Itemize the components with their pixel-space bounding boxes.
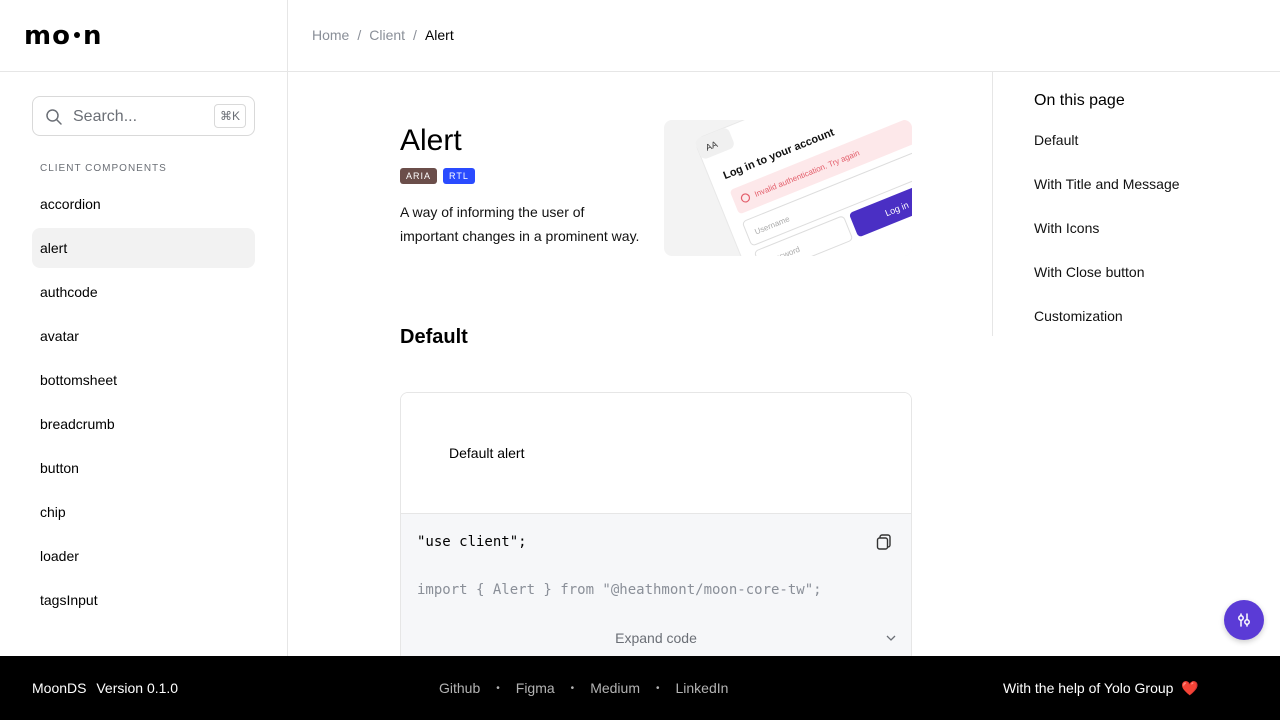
- search-input[interactable]: Search... ⌘K: [32, 96, 255, 136]
- footer-separator: •: [496, 682, 500, 694]
- component-preview-image: AA Log in to your account Invalid authen…: [664, 120, 912, 256]
- toc-item-title-message[interactable]: With Title and Message: [1034, 176, 1180, 192]
- sidebar-item-bottomsheet[interactable]: bottomsheet: [32, 360, 255, 400]
- sidebar-item-avatar[interactable]: avatar: [32, 316, 255, 356]
- search-placeholder: Search...: [73, 108, 138, 125]
- footer-credit: With the help of Yolo Group ❤️: [1003, 680, 1199, 697]
- footer-link-medium[interactable]: Medium: [590, 680, 640, 696]
- sidebar-item-breadcrumb[interactable]: breadcrumb: [32, 404, 255, 444]
- sidebar-item-tagsinput[interactable]: tagsInput: [32, 580, 255, 620]
- code-block: "use client"; import { Alert } from "@he…: [401, 514, 911, 656]
- footer-version-label: Version: [96, 680, 144, 696]
- sidebar-heading: CLIENT COMPONENTS: [40, 163, 167, 174]
- expand-code-button[interactable]: Expand code: [401, 630, 911, 646]
- rtl-badge: RTL: [443, 168, 475, 184]
- breadcrumb-current: Alert: [424, 27, 454, 43]
- footer-separator: •: [655, 682, 660, 694]
- demo-preview-area: Default alert: [401, 393, 911, 514]
- logo-area: mo n: [0, 0, 288, 72]
- footer-credit-link[interactable]: Yolo Group: [1104, 680, 1174, 696]
- login-preview-illustration: AA Log in to your account Invalid authen…: [695, 120, 912, 256]
- section-title-default: Default: [400, 326, 468, 348]
- sliders-icon: [1238, 613, 1250, 627]
- footer-brand: MoonDS Version 0.1.0: [32, 680, 178, 696]
- aria-badge: ARIA: [400, 168, 438, 184]
- settings-fab-button[interactable]: [1224, 600, 1264, 640]
- page-title: Alert: [400, 124, 462, 157]
- moon-logo[interactable]: mo n: [24, 21, 102, 51]
- breadcrumb-separator: /: [413, 27, 417, 43]
- sidebar-item-authcode[interactable]: authcode: [32, 272, 255, 312]
- toc-title: On this page: [1034, 92, 1125, 109]
- sidebar: Search... ⌘K CLIENT COMPONENTS accordion…: [0, 72, 288, 656]
- breadcrumb-client[interactable]: Client: [369, 27, 405, 43]
- logo-dot: [73, 32, 80, 38]
- sidebar-item-loader[interactable]: loader: [32, 536, 255, 576]
- top-header: mo n Home / Client / Alert: [0, 0, 1280, 72]
- page-description: A way of informing the user of important…: [400, 204, 640, 244]
- footer-link-linkedin[interactable]: LinkedIn: [676, 680, 729, 696]
- search-shortcut: ⌘K: [213, 104, 246, 128]
- footer-brand-name: MoonDS: [32, 680, 87, 696]
- chevron-down-icon[interactable]: [885, 632, 897, 644]
- default-alert: Default alert: [449, 445, 525, 461]
- footer-version: 0.1.0: [146, 680, 179, 696]
- toc-item-default[interactable]: Default: [1034, 132, 1078, 148]
- sidebar-item-alert[interactable]: alert: [32, 228, 255, 268]
- toc-item-customization[interactable]: Customization: [1034, 308, 1123, 324]
- code-line: import { Alert } from "@heathmont/moon-c…: [417, 582, 822, 598]
- code-line: "use client";: [417, 534, 527, 550]
- footer-links: Github • Figma • Medium • LinkedIn: [439, 680, 728, 696]
- demo-card: Default alert "use client"; import { Ale…: [400, 392, 912, 656]
- main-content: Alert ARIA RTL A way of informing the us…: [288, 72, 992, 656]
- footer-separator: •: [570, 682, 575, 694]
- table-of-contents: On this page Default With Title and Mess…: [992, 72, 1280, 336]
- footer: MoonDS Version 0.1.0 Github • Figma • Me…: [0, 656, 1280, 720]
- search-icon: [46, 109, 62, 125]
- copy-icon[interactable]: [875, 533, 893, 551]
- footer-link-github[interactable]: Github: [439, 680, 480, 696]
- footer-credit-prefix: With the help of: [1003, 680, 1101, 696]
- breadcrumb-home[interactable]: Home: [312, 27, 349, 43]
- breadcrumb-separator: /: [357, 27, 362, 43]
- badge-group: ARIA RTL: [400, 168, 475, 184]
- sidebar-item-chip[interactable]: chip: [32, 492, 255, 532]
- toc-item-close-button[interactable]: With Close button: [1034, 264, 1145, 280]
- breadcrumb: Home / Client / Alert: [312, 27, 454, 43]
- footer-link-figma[interactable]: Figma: [516, 680, 555, 696]
- heart-icon: ❤️: [1181, 680, 1199, 696]
- toc-item-icons[interactable]: With Icons: [1034, 220, 1099, 236]
- sidebar-item-button[interactable]: button: [32, 448, 255, 488]
- sidebar-item-accordion[interactable]: accordion: [32, 184, 255, 224]
